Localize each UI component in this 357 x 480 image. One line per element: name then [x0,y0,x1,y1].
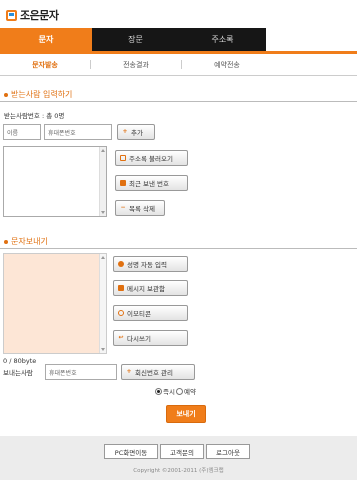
phone-input[interactable]: 휴대폰번호 [44,124,112,140]
folder-icon [118,285,124,291]
rewrite-button[interactable]: ↩ 다시쓰기 [113,330,188,346]
sub-navigation: 문자발송 전송결과 예약전송 [0,54,357,76]
bullet-icon [4,92,8,97]
tab-addressbook[interactable]: 주소록 [179,28,266,51]
section-divider [0,101,357,102]
radio-send-now[interactable] [155,387,162,395]
sender-label: 보내는사람 [3,369,33,377]
load-addressbook-button[interactable]: 주소록 불러오기 [115,150,188,166]
person-icon [118,261,124,267]
scroll-down-icon[interactable] [101,211,105,214]
scroll-down-icon[interactable] [101,348,105,351]
message-section-title: 문자보내기 [4,236,48,247]
add-button[interactable]: + 추가 [117,124,155,140]
plus-icon: + [122,128,128,135]
subtab-send[interactable]: 문자발송 [0,60,90,70]
recipient-count: 받는사람번호 : 총 0명 [4,112,65,120]
send-button[interactable]: 보내기 [166,405,206,423]
addressbook-icon [120,155,126,161]
pc-view-button[interactable]: PC화면이동 [104,444,158,459]
delete-list-button[interactable]: − 목록 삭제 [115,200,165,216]
message-scrollbar[interactable] [99,254,106,353]
name-input[interactable]: 이름 [3,124,41,140]
customer-support-button[interactable]: 고객문의 [160,444,204,459]
logout-button[interactable]: 로그아웃 [206,444,250,459]
smiley-icon [118,310,124,316]
radio-reserve[interactable] [175,387,183,395]
subtab-results[interactable]: 전송결과 [91,60,181,70]
scroll-up-icon[interactable] [101,256,105,259]
copyright-text: Copyright ©2001-2011 (주)엠크랩 [133,468,224,474]
refresh-icon: ↩ [118,334,124,341]
section-divider [0,248,357,249]
minus-icon: − [120,204,126,211]
subtab-reserved[interactable]: 예약전송 [182,60,272,70]
send-options: 즉시 예약 [155,386,196,396]
logo-text: 조은문자 [20,9,59,22]
top-navigation: 문자 장문 주소록 [0,28,357,51]
tab-lms[interactable]: 장문 [92,28,179,51]
app-logo[interactable]: 조은문자 [6,7,59,23]
recipient-list[interactable] [3,146,107,217]
list-scrollbar[interactable] [99,147,106,216]
byte-counter: 0 / 80byte [3,357,37,365]
message-textarea[interactable] [3,253,107,354]
scroll-up-icon[interactable] [101,149,105,152]
message-archive-button[interactable]: 메시지 보관함 [113,280,188,296]
sender-phone-input[interactable]: 휴대폰번호 [45,364,117,380]
recipients-section-title: 받는사람 입력하기 [4,89,72,100]
recent-numbers-button[interactable]: 최근 보낸 번호 [115,175,188,191]
logo-icon [6,9,17,21]
recent-icon [120,180,126,186]
bullet-icon [4,239,8,244]
tab-sms[interactable]: 문자 [0,28,92,51]
plus-icon: + [126,368,132,375]
emoticon-button[interactable]: 이모티콘 [113,305,188,321]
auto-name-button[interactable]: 성명 자동 입력 [113,256,188,272]
reply-number-manage-button[interactable]: + 회신번호 관리 [121,364,195,380]
